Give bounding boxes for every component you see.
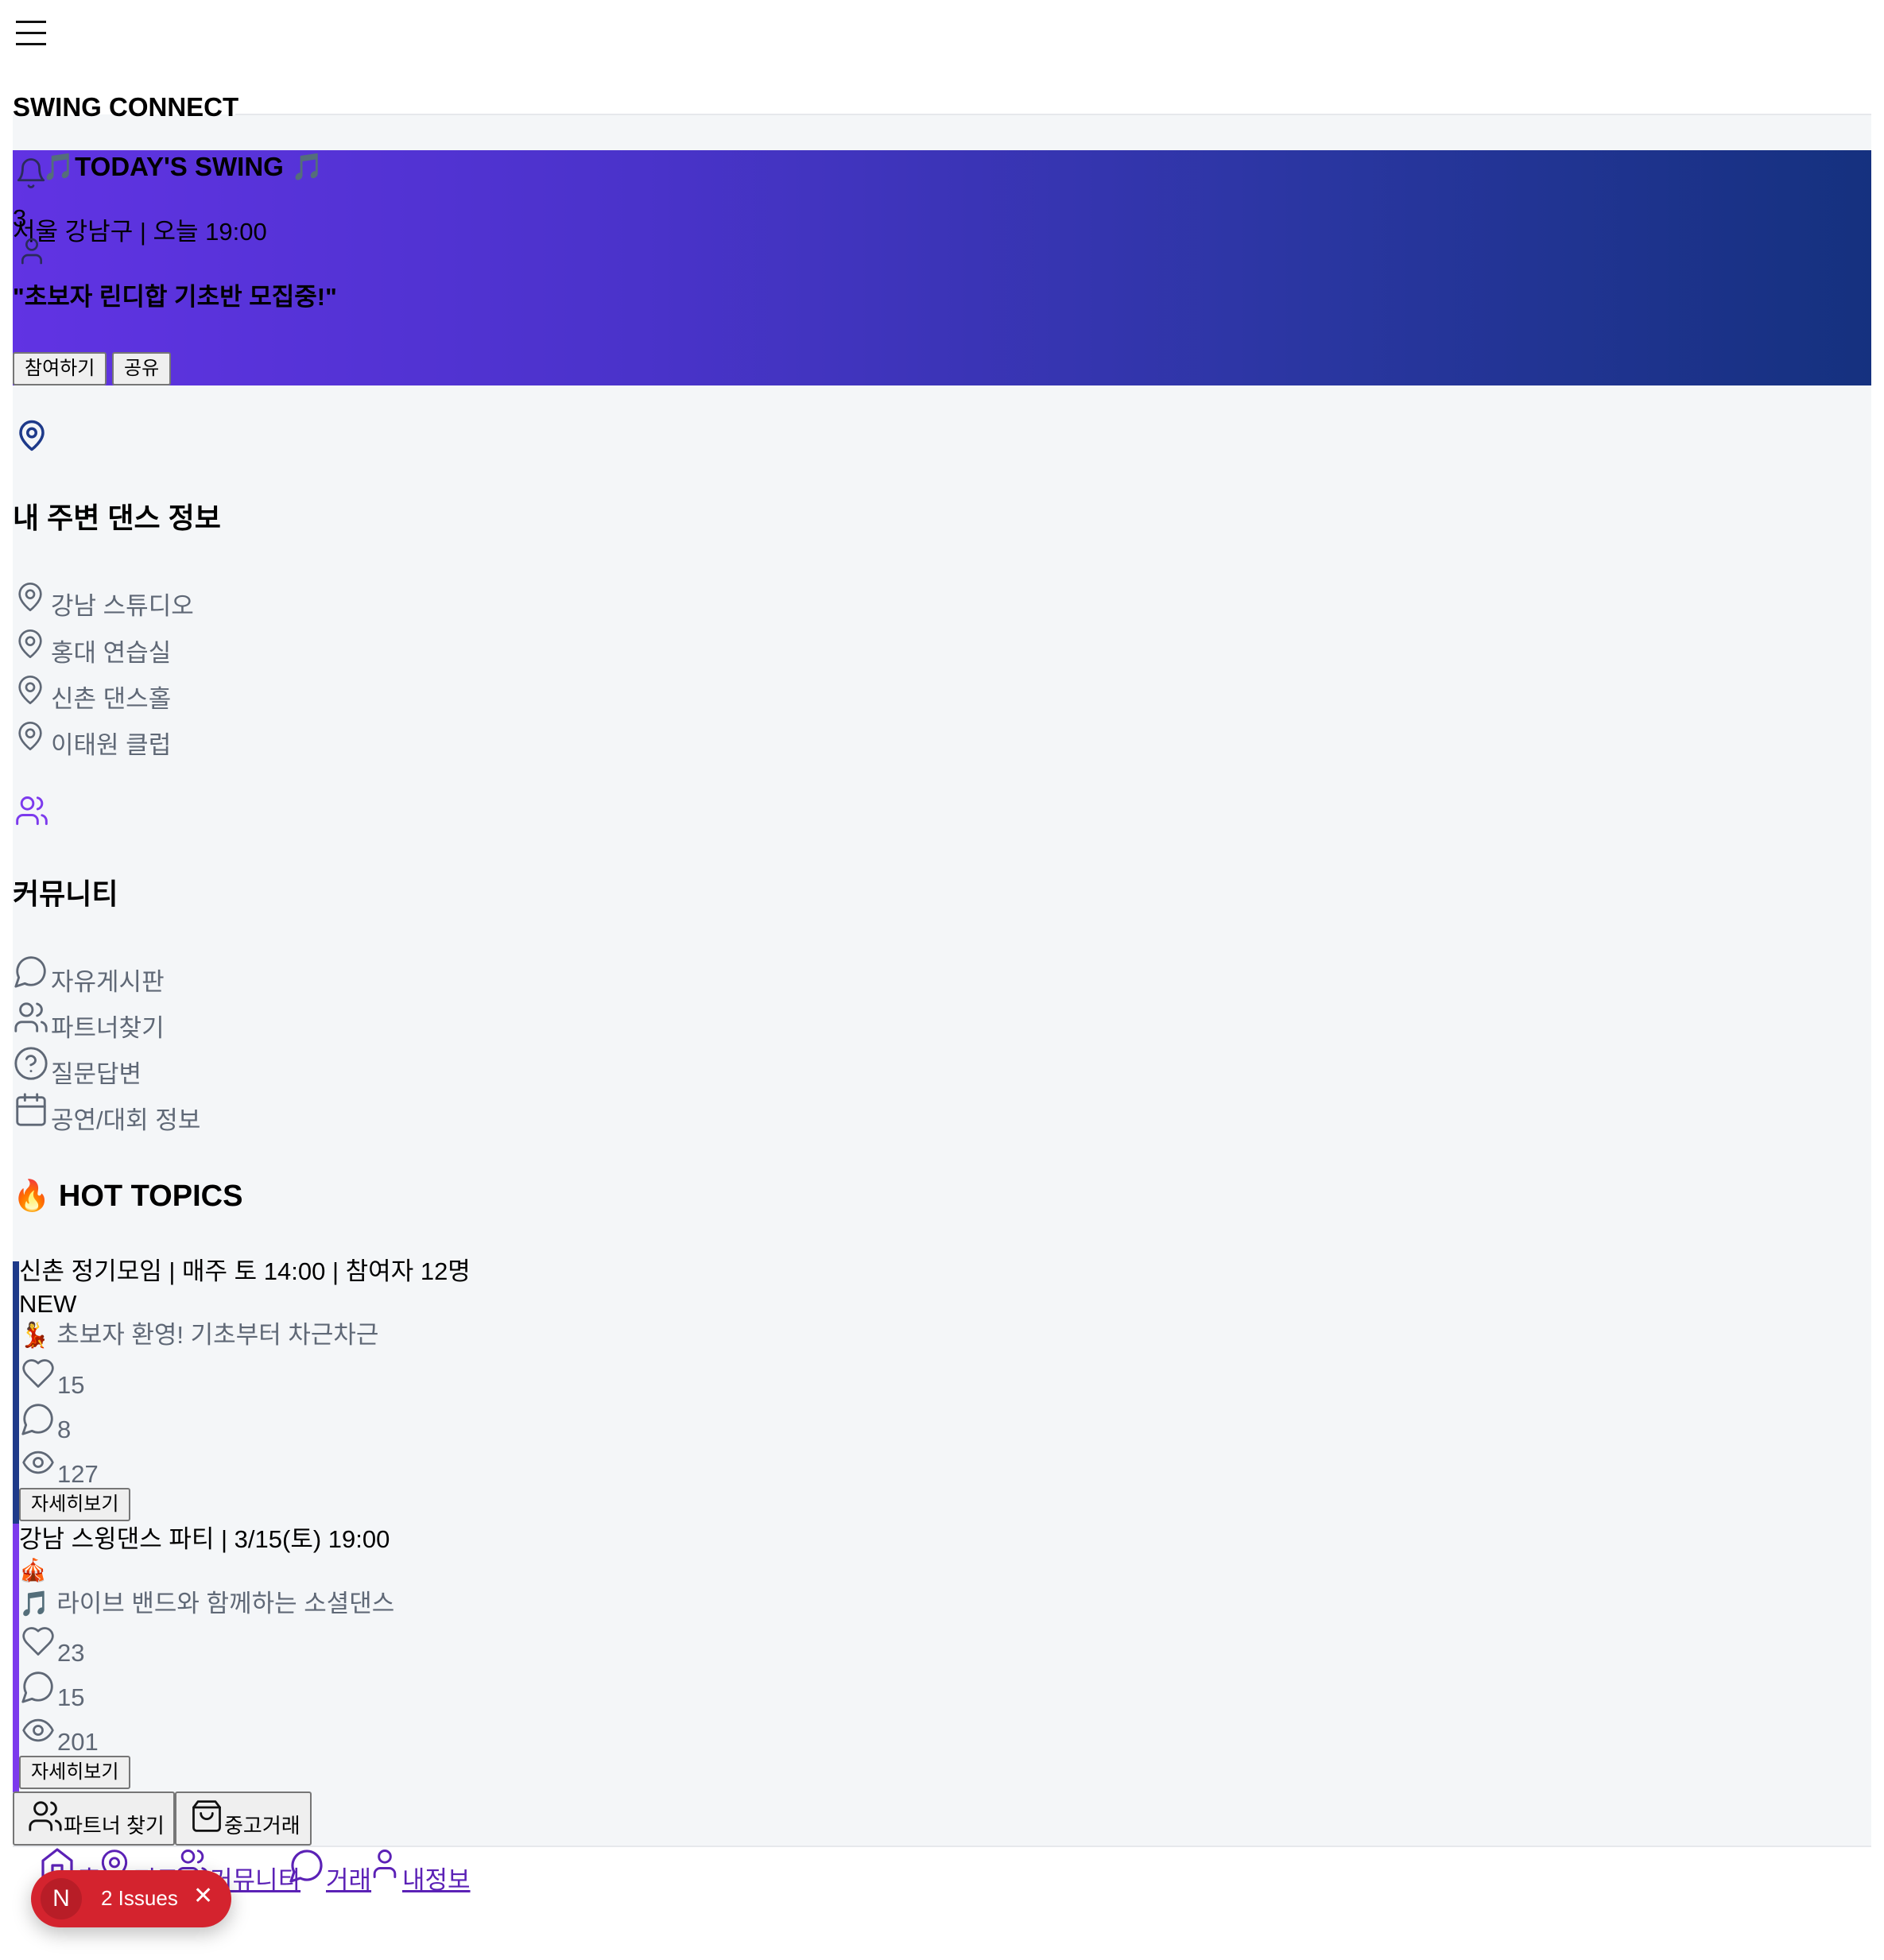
nearby-item-label: 신촌 댄스홀 [51,685,172,713]
users-icon [29,1801,62,1831]
nearby-item-itaewon[interactable]: 이태원 클럽 [13,718,219,759]
post-like-count: 15 [57,1371,85,1399]
post-description: 🎵 라이브 밴드와 함께하는 소셜댄스 [19,1590,395,1617]
post-view-count: 201 [57,1728,99,1756]
post-comment-button[interactable]: 15 [19,1668,114,1711]
map-pin-icon [18,676,42,704]
user-icon [373,1850,397,1878]
bottom-nav-label: 거래 [326,1866,372,1894]
heart-icon [22,1627,54,1656]
community-item-label: 질문답변 [51,1060,142,1088]
post-like-count: 23 [57,1639,85,1667]
menu-button[interactable] [15,17,48,48]
post-accent-bar [13,1524,19,1792]
community-item-qna[interactable]: 질문답변 [13,1045,219,1088]
help-circle-icon [14,1047,48,1080]
post-accent-bar [13,1261,19,1524]
community-section-icon [14,793,50,828]
community-item-find-partner[interactable]: 파트너찾기 [13,999,219,1042]
nearby-item-label: 강남 스튜디오 [51,592,194,620]
community-section-title: 커뮤니티 [13,877,118,910]
eye-icon [22,1451,54,1474]
nearby-item-label: 홍대 연습실 [51,639,172,667]
post-badge: NEW [19,1290,77,1318]
hero-title: 🎵TODAY'S SWING 🎵 [42,152,324,181]
shopping-bag-icon [192,1800,221,1832]
nearby-item-sinchon[interactable]: 신촌 댄스홀 [13,672,219,713]
post-badge: 🎪 [19,1558,47,1582]
dev-issues-badge[interactable]: N 2 Issues ✕ [31,1870,231,1927]
post-views: 201 [19,1713,114,1756]
message-circle-icon [21,1404,53,1435]
header-divider [235,114,1871,115]
join-button[interactable]: 참여하기 [13,352,107,385]
used-market-button[interactable]: 중고거래 [175,1792,312,1846]
post-view-count: 127 [57,1460,99,1488]
post-title[interactable]: 강남 스윙댄스 파티 | 3/15(토) 19:00 [19,1524,390,1554]
post-detail-button[interactable]: 자세히보기 [19,1488,131,1521]
post-comment-count: 15 [57,1683,85,1711]
app-logo[interactable]: SWING CONNECT [13,91,238,123]
bottom-nav-market[interactable]: 거래 [288,1846,371,1894]
post-comment-count: 8 [57,1416,72,1443]
bottom-nav-label: 내정보 [402,1866,471,1894]
users-icon [16,796,48,825]
nearby-section-icon [15,417,48,454]
find-partner-button[interactable]: 파트너 찾기 [13,1792,175,1846]
post-detail-button[interactable]: 자세히보기 [19,1756,131,1789]
message-circle-icon [21,1671,53,1703]
calendar-icon [16,1093,46,1126]
hero-location-time: 서울 강남구 | 오늘 19:00 [13,218,267,246]
post-views: 127 [19,1445,114,1488]
hamburger-icon [16,21,46,45]
issues-count-label[interactable]: 2 Issues [101,1886,178,1911]
nearby-section-title: 내 주변 댄스 정보 [13,502,221,534]
share-button[interactable]: 공유 [112,352,172,385]
community-item-events[interactable]: 공연/대회 정보 [13,1091,251,1134]
nearby-item-hongdae[interactable]: 홍대 연습실 [13,626,219,667]
post-comment-button[interactable]: 8 [19,1400,114,1443]
find-partner-label: 파트너 찾기 [64,1814,165,1838]
post-description: 💃 초보자 환영! 기초부터 차근차근 [19,1321,379,1349]
community-item-label: 자유게시판 [51,968,165,996]
post-title[interactable]: 신촌 정기모임 | 매주 토 14:00 | 참여자 12명 [19,1257,471,1286]
nearby-item-gangnam[interactable]: 강남 스튜디오 [13,579,219,620]
map-pin-icon [19,420,45,451]
map-pin-icon [18,629,42,658]
post-like-button[interactable]: 15 [19,1356,114,1399]
message-circle-icon [14,956,46,988]
used-market-label: 중고거래 [224,1814,300,1838]
hero-headline: "초보자 린디합 기초반 모집중!" [13,283,337,311]
nearby-item-label: 이태원 클럽 [51,731,172,759]
community-item-label: 공연/대회 정보 [51,1106,201,1134]
community-item-free-board[interactable]: 자유게시판 [13,953,219,996]
post-like-button[interactable]: 23 [19,1624,114,1667]
todays-swing-banner [13,150,1871,385]
users-icon [14,1002,48,1032]
message-circle-icon [289,1850,323,1883]
profile-button[interactable] [16,235,48,267]
user-icon [21,238,43,265]
hot-topics-title: 🔥 HOT TOPICS [13,1179,243,1213]
bottom-nav-profile[interactable]: 내정보 [367,1846,471,1894]
map-pin-icon [18,722,42,750]
map-pin-icon [18,583,42,611]
dev-overlay-logo[interactable]: N [41,1878,82,1919]
heart-icon [22,1359,54,1388]
community-item-label: 파트너찾기 [51,1014,165,1042]
eye-icon [22,1718,54,1742]
close-icon[interactable]: ✕ [193,1884,213,1908]
